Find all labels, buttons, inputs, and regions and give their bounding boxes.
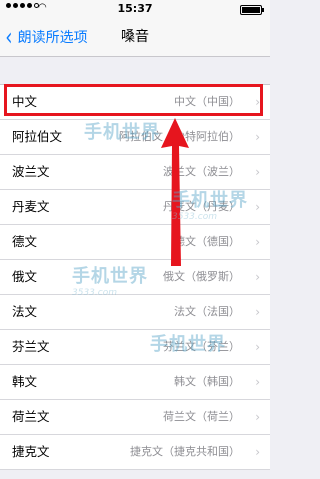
row-value: 荷兰文（荷兰）	[163, 410, 240, 423]
chevron-right-icon: ›	[255, 235, 260, 249]
row-value: 捷克文（捷克共和国）	[130, 445, 240, 458]
chevron-right-icon: ›	[255, 165, 260, 179]
row-value: 德文（德国）	[174, 235, 240, 248]
list-item[interactable]: 捷克文 捷克文（捷克共和国） ›	[0, 435, 270, 470]
list-item[interactable]: 德文 德文（德国） ›	[0, 225, 270, 260]
row-value: 韩文（韩国）	[174, 375, 240, 388]
chevron-left-icon: ‹	[5, 23, 13, 51]
list-item[interactable]: 法文 法文（法国） ›	[0, 295, 270, 330]
row-value: 阿拉伯文（沙特阿拉伯）	[119, 130, 240, 143]
row-value: 俄文（俄罗斯）	[163, 270, 240, 283]
back-label: 朗读所选项	[17, 30, 88, 46]
chevron-right-icon: ›	[255, 200, 260, 214]
row-value: 波兰文（波兰）	[163, 165, 240, 178]
list-item[interactable]: 芬兰文 芬兰文（芬兰） ›	[0, 330, 270, 365]
row-label: 捷克文	[12, 444, 50, 459]
chevron-right-icon: ›	[255, 270, 260, 284]
row-label: 丹麦文	[12, 199, 50, 214]
battery-icon	[240, 5, 264, 15]
row-label: 俄文	[12, 269, 38, 284]
list-item[interactable]: 荷兰文 荷兰文（荷兰） ›	[0, 400, 270, 435]
chevron-right-icon: ›	[255, 130, 260, 144]
row-label: 法文	[12, 304, 38, 319]
row-label: 德文	[12, 234, 38, 249]
row-label: 荷兰文	[12, 409, 50, 424]
row-label: 中文	[12, 94, 38, 109]
row-value: 中文（中国）	[174, 95, 240, 108]
list-item[interactable]: 阿拉伯文 阿拉伯文（沙特阿拉伯） ›	[0, 120, 270, 155]
status-bar: ◠ 15:37	[0, 0, 270, 18]
voice-language-list: 中文 中文（中国） › 阿拉伯文 阿拉伯文（沙特阿拉伯） › 波兰文 波兰文（波…	[0, 84, 270, 470]
list-item[interactable]: 韩文 韩文（韩国） ›	[0, 365, 270, 400]
list-item[interactable]: 丹麦文 丹麦文（丹麦） ›	[0, 190, 270, 225]
battery-level	[242, 7, 260, 13]
row-value: 法文（法国）	[174, 305, 240, 318]
row-label: 波兰文	[12, 164, 50, 179]
row-label: 芬兰文	[12, 339, 50, 354]
back-button[interactable]: ‹ 朗读所选项	[4, 18, 88, 56]
list-item[interactable]: 波兰文 波兰文（波兰） ›	[0, 155, 270, 190]
chevron-right-icon: ›	[255, 95, 260, 109]
list-item[interactable]: 俄文 俄文（俄罗斯） ›	[0, 260, 270, 295]
chevron-right-icon: ›	[255, 375, 260, 389]
row-value: 丹麦文（丹麦）	[163, 200, 240, 213]
nav-bar: ‹ 朗读所选项 嗓音	[0, 18, 270, 57]
chevron-right-icon: ›	[255, 340, 260, 354]
list-item[interactable]: 中文 中文（中国） ›	[0, 85, 270, 120]
status-time: 15:37	[117, 2, 153, 15]
chevron-right-icon: ›	[255, 410, 260, 424]
chevron-right-icon: ›	[255, 305, 260, 319]
row-label: 韩文	[12, 374, 38, 389]
chevron-right-icon: ›	[255, 445, 260, 459]
row-value: 芬兰文（芬兰）	[163, 340, 240, 353]
row-label: 阿拉伯文	[12, 129, 63, 144]
